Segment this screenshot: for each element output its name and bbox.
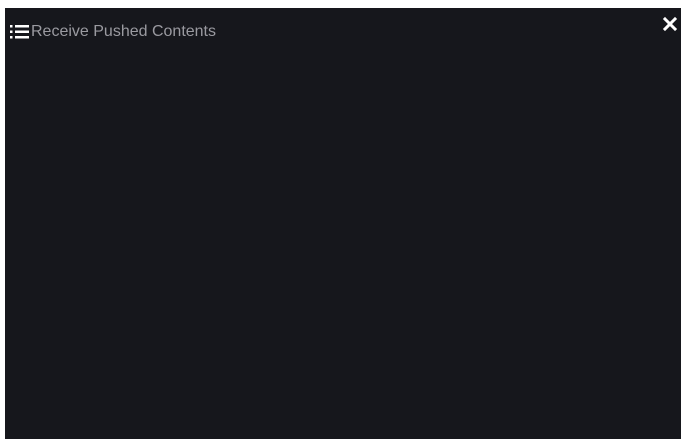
dialog-title: Receive Pushed Contents <box>31 23 216 40</box>
close-icon[interactable] <box>660 15 680 35</box>
list-icon[interactable] <box>10 25 29 39</box>
pushed-contents-area <box>5 56 681 439</box>
dialog-titlebar: Receive Pushed Contents <box>5 8 681 56</box>
screen: Receive Pushed Contents <box>0 0 681 439</box>
receive-pushed-contents-dialog: Receive Pushed Contents <box>5 8 681 439</box>
